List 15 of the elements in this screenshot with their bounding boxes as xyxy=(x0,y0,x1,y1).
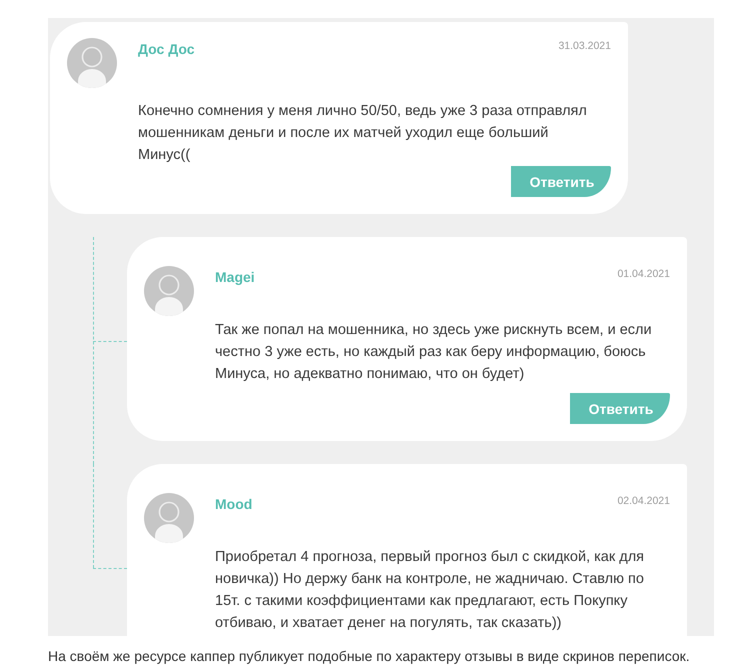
reply-button[interactable]: Ответить xyxy=(570,393,670,424)
comment-text: Приобретал 4 прогноза, первый прогноз был с скидкой, как для новичка)) Но держу банк на контроле, не жадничаю. Ставлю по 15т. с такими коэффициентами как предлагают, есть Покупку отбиваю, и хватает денег на погулять, так сказать)) xyxy=(215,548,646,633)
caption-text: На своём же ресурсе каппер публикует подобные по характеру отзывы в виде скринов переписок. xyxy=(48,647,691,666)
comment-text: Конечно сомнения у меня лично 50/50, ведь уже 3 раза отправлял мошенникам деньги и после их матчей уходил еще больший Минус(( xyxy=(138,102,588,165)
avatar-icon xyxy=(144,266,194,316)
comment-date: 31.03.2021 xyxy=(558,39,611,54)
avatar-icon xyxy=(67,38,117,88)
author-name: Magei xyxy=(215,268,255,287)
author-name: Mood xyxy=(215,495,252,514)
avatar-icon xyxy=(144,493,194,543)
author-name: Дос Дос xyxy=(138,40,194,59)
comment-date: 01.04.2021 xyxy=(617,267,670,282)
comment-date: 02.04.2021 xyxy=(617,494,670,509)
comment-text: Так же попал на мошенника, но здесь уже рискнуть всем, и если честно 3 уже есть, но каждый раз как беру информацию, боюсь Минуса, но адекватно понимаю, что он будет) xyxy=(215,321,653,384)
reply-button[interactable]: Ответить xyxy=(511,166,611,197)
